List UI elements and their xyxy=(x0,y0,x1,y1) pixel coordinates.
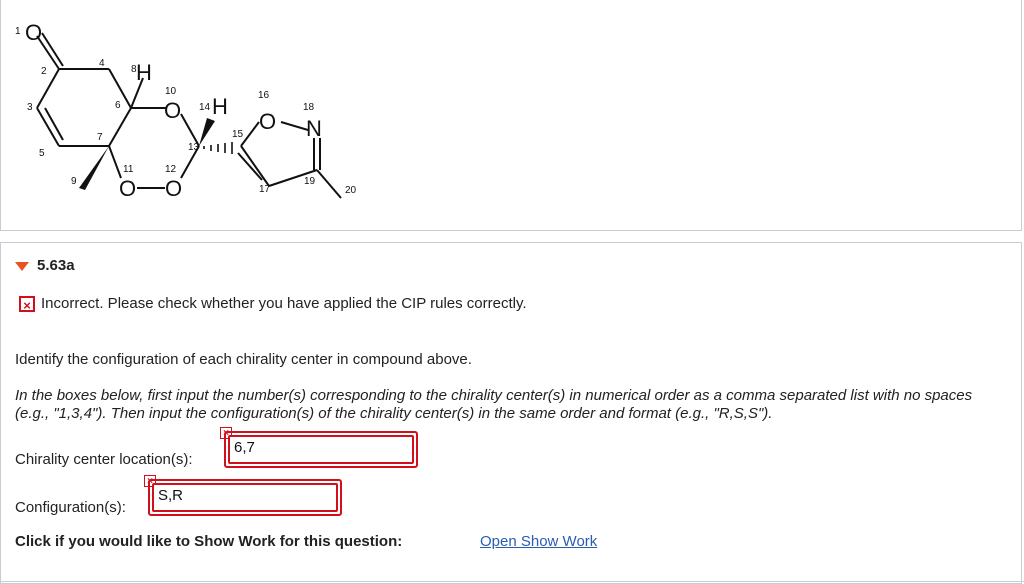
location-input-frame xyxy=(224,431,418,468)
configuration-input[interactable] xyxy=(154,485,336,506)
num-17: 17 xyxy=(259,184,271,195)
atom-o16: O xyxy=(259,109,276,134)
num-20: 20 xyxy=(345,185,357,196)
atom-n18: N xyxy=(306,116,322,141)
atom-o12: O xyxy=(165,176,182,201)
show-work-prompt: Click if you would like to Show Work for… xyxy=(15,533,403,550)
open-show-work-link[interactable]: Open Show Work xyxy=(480,533,597,550)
configuration-input-box[interactable] xyxy=(152,483,338,512)
num-4: 4 xyxy=(99,58,105,69)
atom-h14: H xyxy=(212,94,228,119)
num-18: 18 xyxy=(303,102,315,113)
molecule-structure: O H O H O N O O 1 2 3 4 5 6 7 8 9 10 11 … xyxy=(15,20,357,201)
num-15: 15 xyxy=(232,129,244,140)
collapse-triangle-icon[interactable] xyxy=(15,262,29,271)
configuration-label: Configuration(s): xyxy=(15,499,126,516)
instruction-detail: In the boxes below, first input the numb… xyxy=(15,387,973,422)
location-input[interactable] xyxy=(230,437,412,458)
instruction-text: Identify the configuration of each chira… xyxy=(15,351,472,368)
location-label: Chirality center location(s): xyxy=(15,451,193,468)
atom-o10: O xyxy=(164,98,181,123)
configuration-input-frame xyxy=(148,479,342,516)
num-19: 19 xyxy=(304,176,316,187)
feedback-text: Incorrect. Please check whether you have… xyxy=(41,295,527,312)
location-input-box[interactable] xyxy=(228,435,414,464)
num-5: 5 xyxy=(39,148,45,159)
num-13: 13 xyxy=(188,142,200,153)
num-9: 9 xyxy=(71,176,77,187)
num-7: 7 xyxy=(97,132,103,143)
num-16: 16 xyxy=(258,90,270,101)
structure-panel: O H O H O N O O 1 2 3 4 5 6 7 8 9 10 11 … xyxy=(0,0,1022,231)
feedback-message: × Incorrect. Please check whether you ha… xyxy=(19,295,527,313)
bottom-divider xyxy=(0,581,1024,582)
atom-h8: H xyxy=(136,60,152,85)
num-11: 11 xyxy=(123,164,134,175)
question-panel: 5.63a × Incorrect. Please check whether … xyxy=(0,242,1022,584)
num-8: 8 xyxy=(131,64,137,75)
num-14: 14 xyxy=(199,102,211,113)
num-6: 6 xyxy=(115,100,121,111)
num-12: 12 xyxy=(165,164,177,175)
atom-o-ketone: O xyxy=(25,20,42,45)
num-2: 2 xyxy=(41,66,47,77)
num-10: 10 xyxy=(165,86,177,97)
incorrect-icon: × xyxy=(19,295,35,313)
num-1: 1 xyxy=(15,26,21,37)
question-header[interactable]: 5.63a xyxy=(15,257,75,274)
question-number: 5.63a xyxy=(37,257,75,274)
atom-o11: O xyxy=(119,176,136,201)
num-3: 3 xyxy=(27,102,33,113)
